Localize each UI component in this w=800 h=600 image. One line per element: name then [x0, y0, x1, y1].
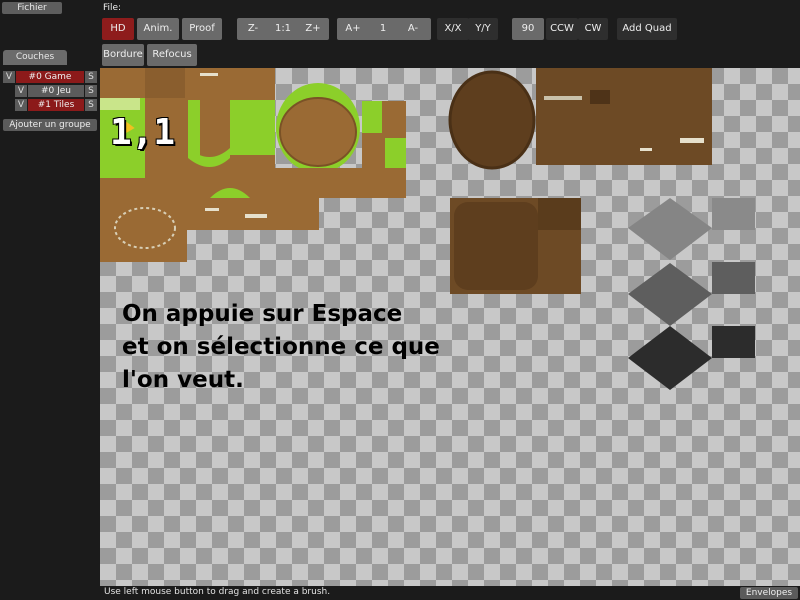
layer-row[interactable]: V #1 Tiles S [15, 99, 97, 111]
border-button[interactable]: Bordure [102, 44, 144, 66]
flip-y-button[interactable]: Y/Y [468, 18, 498, 40]
zoom-reset-button[interactable]: 1:1 [268, 18, 298, 40]
visibility-toggle[interactable]: V [15, 99, 27, 111]
layer-group-row[interactable]: V #0 Game S [3, 71, 97, 83]
visibility-toggle[interactable]: V [15, 85, 27, 97]
proof-button[interactable]: Proof [182, 18, 222, 40]
layers-panel: Fichier Couches V #0 Game S V #0 Jeu S V… [0, 0, 100, 600]
anim-speed-up-button[interactable]: A+ [338, 18, 368, 40]
status-bar: Use left mouse button to drag and create… [100, 586, 800, 600]
layer-group-name[interactable]: #0 Game [16, 71, 84, 83]
tutorial-annotation: On appuie sur Espace et on sélectionne c… [122, 301, 440, 393]
layer-row[interactable]: V #0 Jeu S [15, 85, 97, 97]
file-menu-button[interactable]: Fichier [2, 2, 62, 14]
hd-button[interactable]: HD [102, 18, 134, 40]
rotate-ccw-button[interactable]: CCW [546, 18, 578, 40]
tab-layers[interactable]: Couches [3, 50, 67, 65]
solo-toggle[interactable]: S [85, 99, 97, 111]
rotation-value-field[interactable]: 90 [512, 18, 544, 40]
tile-coordinate-label: 1,1 [110, 112, 176, 153]
add-quad-button[interactable]: Add Quad [617, 18, 677, 40]
solo-toggle[interactable]: S [85, 85, 97, 97]
solo-toggle[interactable]: S [85, 71, 97, 83]
file-label: File: [103, 3, 122, 13]
anim-button[interactable]: Anim. [137, 18, 179, 40]
add-group-button[interactable]: Ajouter un groupe [3, 119, 97, 131]
flip-x-button[interactable]: X/X [437, 18, 469, 40]
rotate-cw-button[interactable]: CW [578, 18, 608, 40]
layer-name[interactable]: #1 Tiles [28, 99, 84, 111]
visibility-toggle[interactable]: V [3, 71, 15, 83]
envelopes-button[interactable]: Envelopes [740, 587, 798, 599]
layer-name[interactable]: #0 Jeu [28, 85, 84, 97]
anim-speed-down-button[interactable]: A- [398, 18, 428, 40]
zoom-out-button[interactable]: Z- [238, 18, 268, 40]
zoom-in-button[interactable]: Z+ [298, 18, 328, 40]
refocus-button[interactable]: Refocus [147, 44, 197, 66]
anim-speed-value: 1 [379, 23, 387, 34]
status-message: Use left mouse button to drag and create… [104, 587, 331, 597]
